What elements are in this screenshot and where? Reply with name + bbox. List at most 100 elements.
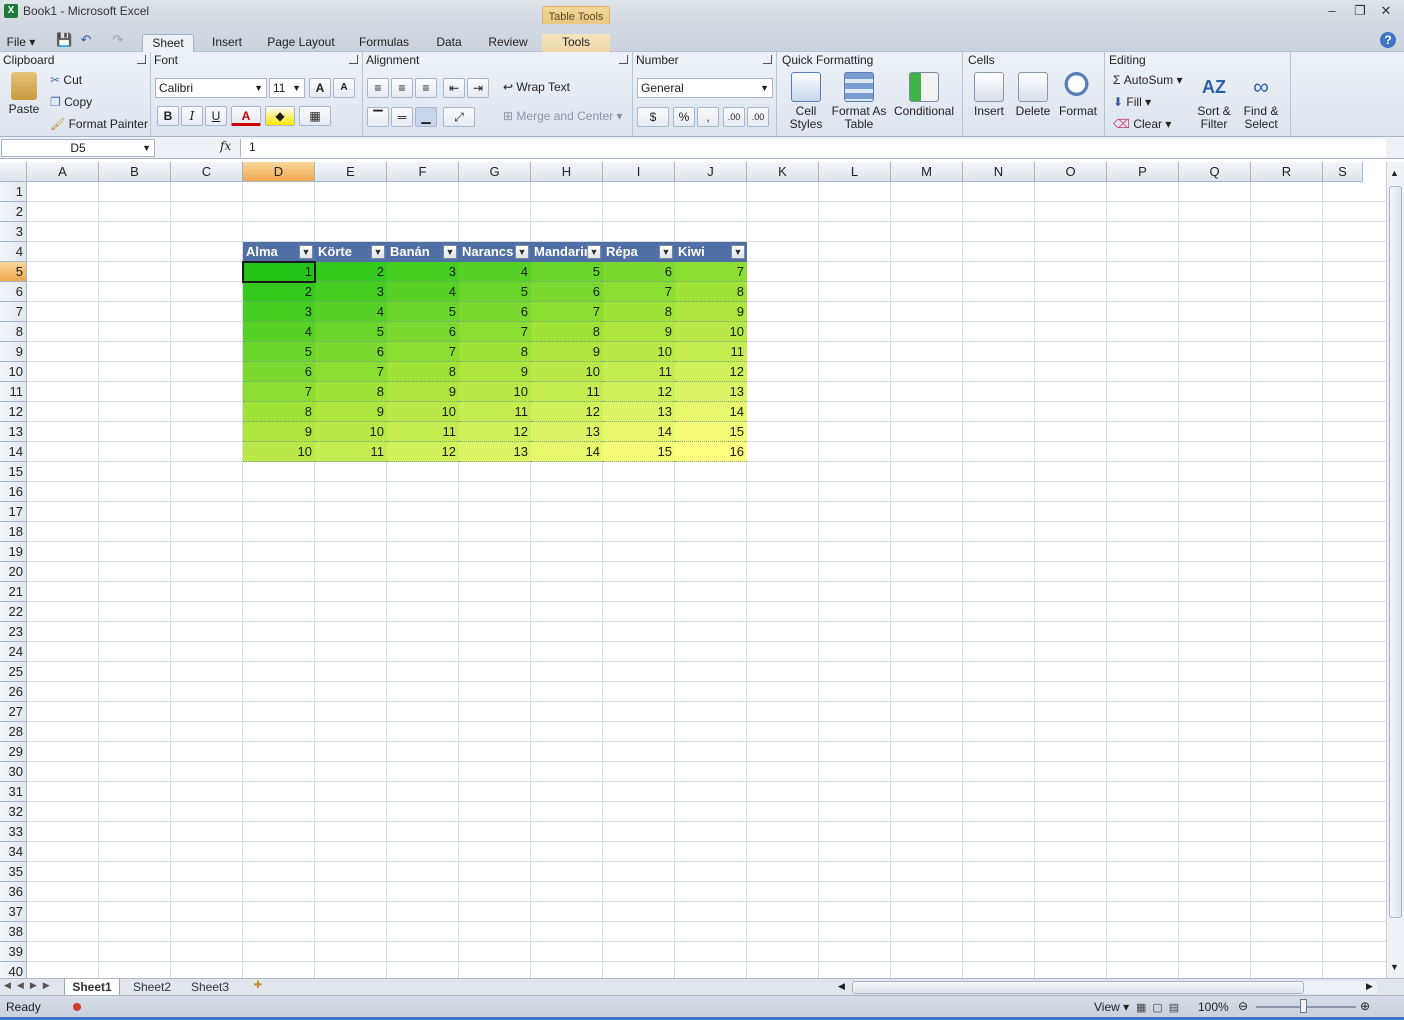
underline-button[interactable]: U <box>205 106 227 126</box>
zoom-level[interactable]: 100% <box>1198 1000 1229 1014</box>
column-header-j[interactable]: J <box>675 162 747 182</box>
zoom-in-icon[interactable]: ⊕ <box>1360 999 1370 1013</box>
row-header-11[interactable]: 11 <box>0 382 27 402</box>
table-cell[interactable]: 10 <box>387 402 459 422</box>
align-center-icon[interactable]: ≡ <box>391 78 413 98</box>
table-cell[interactable]: 7 <box>459 322 531 342</box>
row-header-31[interactable]: 31 <box>0 782 27 802</box>
comma-button[interactable]: , <box>697 107 719 127</box>
fill-button[interactable]: ⬇ Fill ▾ <box>1113 95 1151 109</box>
decrease-decimal-button[interactable]: .00 <box>747 107 769 127</box>
number-format-select[interactable]: General ▼ <box>637 78 773 98</box>
name-box[interactable]: D5 ▼ <box>1 139 155 157</box>
table-cell[interactable]: 6 <box>243 362 315 382</box>
table-cell[interactable]: 7 <box>387 342 459 362</box>
undo-icon[interactable]: ↶ <box>78 32 94 48</box>
sheet-tab-2[interactable]: Sheet2 <box>126 979 178 996</box>
row-header-2[interactable]: 2 <box>0 202 27 222</box>
scroll-down-icon[interactable]: ▼ <box>1390 962 1399 972</box>
table-cell[interactable]: 11 <box>675 342 747 362</box>
tab-file[interactable]: File ▾ <box>4 34 38 52</box>
table-cell[interactable]: 10 <box>531 362 603 382</box>
column-header-s[interactable]: S <box>1323 162 1363 182</box>
row-header-4[interactable]: 4 <box>0 242 27 262</box>
font-name-select[interactable]: Calibri ▼ <box>155 78 267 98</box>
cell-styles-button[interactable]: Cell Styles <box>785 72 827 131</box>
column-header-l[interactable]: L <box>819 162 891 182</box>
row-header-34[interactable]: 34 <box>0 842 27 862</box>
column-header-k[interactable]: K <box>747 162 819 182</box>
filter-dropdown-icon[interactable]: ▼ <box>371 245 385 259</box>
delete-cells-button[interactable]: Delete <box>1013 72 1053 118</box>
table-cell[interactable]: 7 <box>531 302 603 322</box>
cut-button[interactable]: ✂ Cut <box>50 73 82 87</box>
row-header-30[interactable]: 30 <box>0 762 27 782</box>
table-cell[interactable]: 2 <box>315 262 387 282</box>
row-header-16[interactable]: 16 <box>0 482 27 502</box>
row-header-18[interactable]: 18 <box>0 522 27 542</box>
table-cell[interactable]: 9 <box>243 422 315 442</box>
table-cell[interactable]: 6 <box>603 262 675 282</box>
column-header-d[interactable]: D <box>243 162 315 182</box>
table-cell[interactable]: 15 <box>675 422 747 442</box>
table-cell[interactable]: 3 <box>315 282 387 302</box>
align-middle-icon[interactable]: ═ <box>391 107 413 127</box>
row-header-27[interactable]: 27 <box>0 702 27 722</box>
row-header-3[interactable]: 3 <box>0 222 27 242</box>
restore-button[interactable]: ❐ <box>1350 3 1370 19</box>
increase-decimal-button[interactable]: .00 <box>723 107 745 127</box>
table-cell[interactable]: 7 <box>243 382 315 402</box>
row-header-39[interactable]: 39 <box>0 942 27 962</box>
table-header-cell[interactable]: Narancs ▼ <box>459 242 531 262</box>
table-cell[interactable]: 9 <box>675 302 747 322</box>
table-cell[interactable]: 5 <box>243 342 315 362</box>
column-header-o[interactable]: O <box>1035 162 1107 182</box>
table-cell[interactable]: 16 <box>675 442 747 462</box>
row-header-26[interactable]: 26 <box>0 682 27 702</box>
row-header-33[interactable]: 33 <box>0 822 27 842</box>
table-cell[interactable]: 6 <box>315 342 387 362</box>
column-header-n[interactable]: N <box>963 162 1035 182</box>
table-cell[interactable]: 5 <box>531 262 603 282</box>
table-cell[interactable]: 3 <box>387 262 459 282</box>
align-right-icon[interactable]: ≡ <box>415 78 437 98</box>
table-cell[interactable]: 12 <box>603 382 675 402</box>
table-cell[interactable]: 15 <box>603 442 675 462</box>
close-button[interactable]: ✕ <box>1376 3 1396 19</box>
row-header-29[interactable]: 29 <box>0 742 27 762</box>
row-header-36[interactable]: 36 <box>0 882 27 902</box>
scroll-left-icon[interactable]: ◀ <box>838 981 845 992</box>
worksheet-grid[interactable]: ABCDEFGHIJKLMNOPQRS 1 2 3 4 5 6 7 8 9 10 11 12 13 14 1… <box>0 162 1386 978</box>
table-cell[interactable]: 13 <box>531 422 603 442</box>
table-cell[interactable]: 11 <box>387 422 459 442</box>
paste-button[interactable]: Paste <box>4 72 44 116</box>
record-macro-icon[interactable] <box>73 1003 81 1011</box>
find-select-button[interactable]: ∞ Find & Select <box>1239 72 1283 131</box>
insert-cells-button[interactable]: Insert <box>969 72 1009 118</box>
table-cell[interactable]: 5 <box>387 302 459 322</box>
table-cell[interactable]: 4 <box>459 262 531 282</box>
align-left-icon[interactable]: ≡ <box>367 78 389 98</box>
row-header-20[interactable]: 20 <box>0 562 27 582</box>
formula-input[interactable]: 1 <box>240 139 1386 157</box>
row-header-12[interactable]: 12 <box>0 402 27 422</box>
view-menu[interactable]: View ▾ <box>1094 1000 1129 1014</box>
row-header-23[interactable]: 23 <box>0 622 27 642</box>
column-header-i[interactable]: I <box>603 162 675 182</box>
row-header-28[interactable]: 28 <box>0 722 27 742</box>
column-header-b[interactable]: B <box>99 162 171 182</box>
table-cell[interactable]: 12 <box>387 442 459 462</box>
select-all-corner[interactable] <box>0 162 27 182</box>
table-cell[interactable]: 9 <box>459 362 531 382</box>
row-header-22[interactable]: 22 <box>0 602 27 622</box>
decrease-indent-icon[interactable]: ⇤ <box>443 78 465 98</box>
table-cell[interactable]: 5 <box>459 282 531 302</box>
percent-button[interactable]: % <box>673 107 695 127</box>
table-header-cell[interactable]: Banán ▼ <box>387 242 459 262</box>
column-header-h[interactable]: H <box>531 162 603 182</box>
table-cell[interactable]: 8 <box>675 282 747 302</box>
column-header-f[interactable]: F <box>387 162 459 182</box>
column-header-q[interactable]: Q <box>1179 162 1251 182</box>
table-cell[interactable]: 8 <box>387 362 459 382</box>
table-cell[interactable]: 8 <box>243 402 315 422</box>
